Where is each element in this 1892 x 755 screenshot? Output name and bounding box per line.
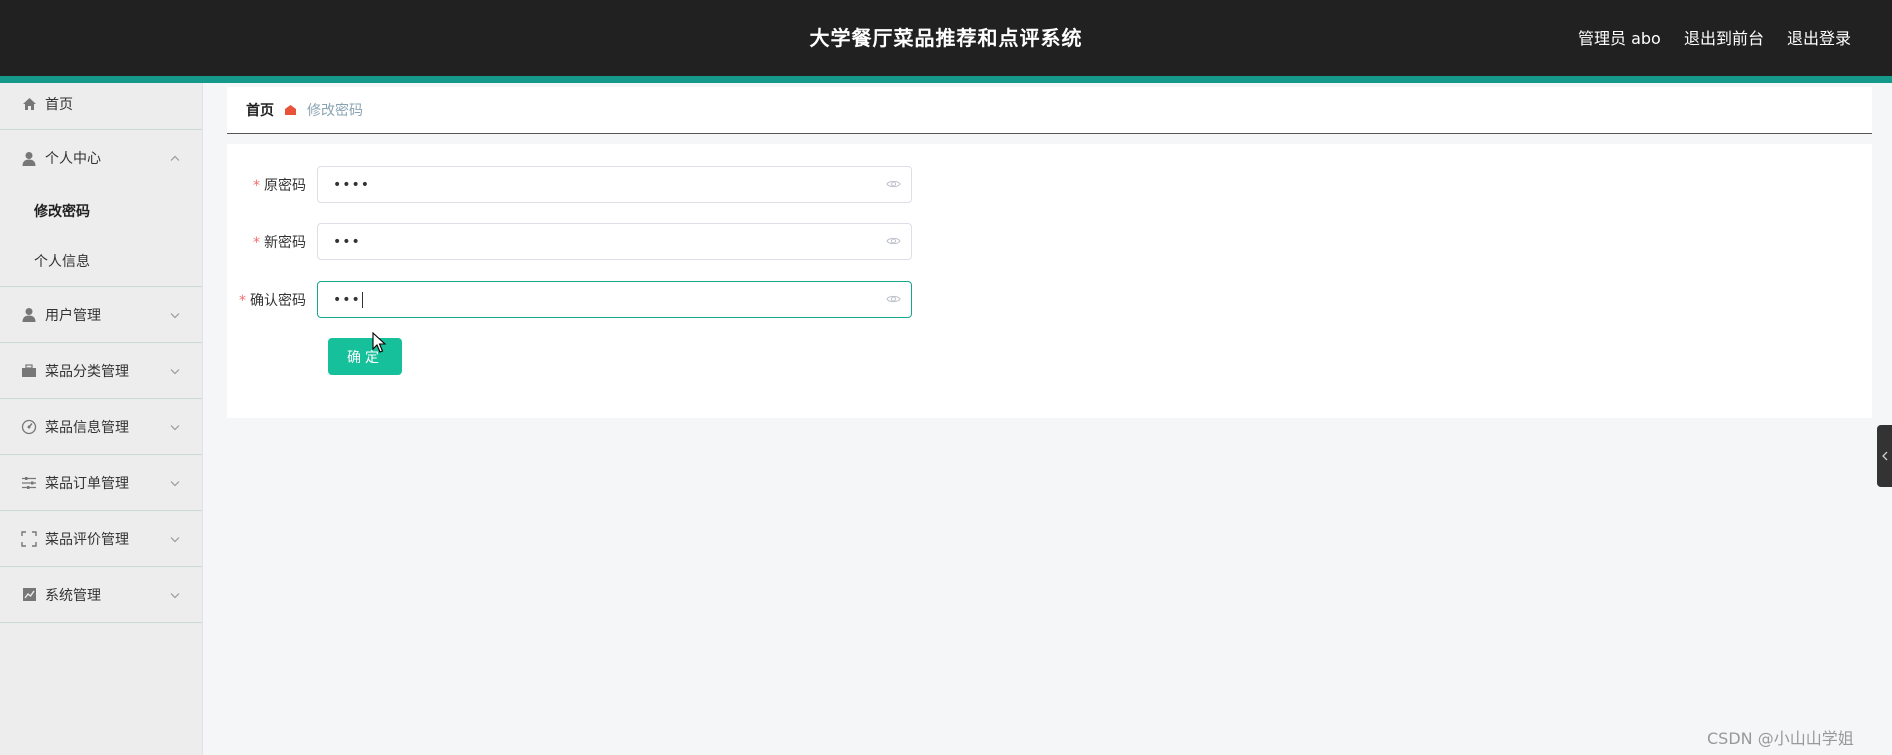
text-caret xyxy=(361,291,363,308)
panel-toggle-button[interactable] xyxy=(1877,425,1892,487)
eye-icon[interactable] xyxy=(886,177,901,193)
sliders-icon xyxy=(20,474,38,492)
briefcase-icon xyxy=(20,362,38,380)
chevron-up-icon xyxy=(170,152,180,165)
eye-icon[interactable] xyxy=(886,292,901,308)
sidebar-item-change-password[interactable]: 修改密码 xyxy=(0,186,202,236)
sidebar-item-label: 菜品订单管理 xyxy=(45,475,129,492)
old-password-row: * 原密码 •••• xyxy=(227,166,912,203)
breadcrumb-separator-icon xyxy=(284,104,297,116)
old-password-label: * 原密码 xyxy=(227,175,317,195)
old-password-input[interactable]: •••• xyxy=(317,166,912,203)
confirm-password-value: ••• xyxy=(333,291,361,308)
chevron-down-icon xyxy=(170,588,180,601)
mouse-cursor-icon xyxy=(372,331,387,354)
breadcrumb-home[interactable]: 首页 xyxy=(246,100,274,120)
old-password-label-text: 原密码 xyxy=(264,177,306,194)
change-password-form: * 原密码 •••• * 新密码 ••• * 确认密码 ••• 确定 xyxy=(227,144,1872,418)
confirm-password-input[interactable]: ••• xyxy=(317,281,912,318)
required-mark: * xyxy=(239,292,246,309)
top-header: 大学餐厅菜品推荐和点评系统 管理员 abo 退出到前台 退出登录 xyxy=(0,0,1892,76)
confirm-password-label: * 确认密码 xyxy=(227,290,317,310)
fullscreen-icon xyxy=(20,530,38,548)
chevron-down-icon xyxy=(170,364,180,377)
gauge-icon xyxy=(20,418,38,436)
submenu-personal-center: 修改密码 个人信息 xyxy=(0,186,202,287)
sidebar-item-system-management[interactable]: 系统管理 xyxy=(0,567,202,623)
new-password-input[interactable]: ••• xyxy=(317,223,912,260)
sidebar-item-dish-info-management[interactable]: 菜品信息管理 xyxy=(0,399,202,455)
chevron-down-icon xyxy=(170,532,180,545)
logout-link[interactable]: 退出登录 xyxy=(1787,25,1851,49)
chart-icon xyxy=(20,586,38,604)
chevron-down-icon xyxy=(170,420,180,433)
required-mark: * xyxy=(253,177,260,194)
old-password-value: •••• xyxy=(333,176,371,193)
sidebar-item-label: 个人中心 xyxy=(45,151,101,167)
sidebar-item-user-management[interactable]: 用户管理 xyxy=(0,287,202,343)
confirm-button[interactable]: 确定 xyxy=(328,338,402,375)
sidebar: 首页 个人中心 修改密码 个人信息 用户管理 菜品分类管理 菜品信息管理 菜品订… xyxy=(0,83,203,755)
admin-user-label[interactable]: 管理员 abo xyxy=(1578,25,1661,49)
confirm-password-row: * 确认密码 ••• xyxy=(227,281,912,318)
sidebar-item-order-management[interactable]: 菜品订单管理 xyxy=(0,455,202,511)
sidebar-item-label: 菜品分类管理 xyxy=(45,363,129,380)
user-manage-icon xyxy=(20,306,38,324)
sidebar-item-home[interactable]: 首页 xyxy=(0,83,202,130)
chevron-left-icon xyxy=(1881,451,1887,461)
breadcrumb-current: 修改密码 xyxy=(307,103,363,119)
chevron-down-icon xyxy=(170,476,180,489)
home-icon xyxy=(20,95,38,113)
breadcrumb: 首页 修改密码 xyxy=(227,87,1872,134)
required-mark: * xyxy=(253,234,260,251)
new-password-label: * 新密码 xyxy=(227,232,317,252)
eye-icon[interactable] xyxy=(886,234,901,250)
user-icon xyxy=(20,149,38,167)
new-password-label-text: 新密码 xyxy=(264,234,306,251)
confirm-password-label-text: 确认密码 xyxy=(250,292,306,309)
sidebar-item-personal-info[interactable]: 个人信息 xyxy=(0,236,202,286)
sidebar-item-label: 系统管理 xyxy=(45,587,101,604)
sidebar-item-personal-center[interactable]: 个人中心 xyxy=(0,130,202,186)
chevron-down-icon xyxy=(170,308,180,321)
sidebar-item-label: 首页 xyxy=(45,97,73,113)
sidebar-item-category-management[interactable]: 菜品分类管理 xyxy=(0,343,202,399)
header-accent-strip xyxy=(0,76,1892,83)
sidebar-item-label: 菜品评价管理 xyxy=(45,531,129,548)
exit-to-frontend-link[interactable]: 退出到前台 xyxy=(1684,25,1764,49)
sidebar-item-label: 菜品信息管理 xyxy=(45,419,129,436)
new-password-row: * 新密码 ••• xyxy=(227,223,912,260)
watermark: CSDN @小山山学姐 xyxy=(1707,729,1854,748)
new-password-value: ••• xyxy=(333,233,361,250)
sidebar-item-review-management[interactable]: 菜品评价管理 xyxy=(0,511,202,567)
sidebar-item-label: 用户管理 xyxy=(45,307,101,324)
